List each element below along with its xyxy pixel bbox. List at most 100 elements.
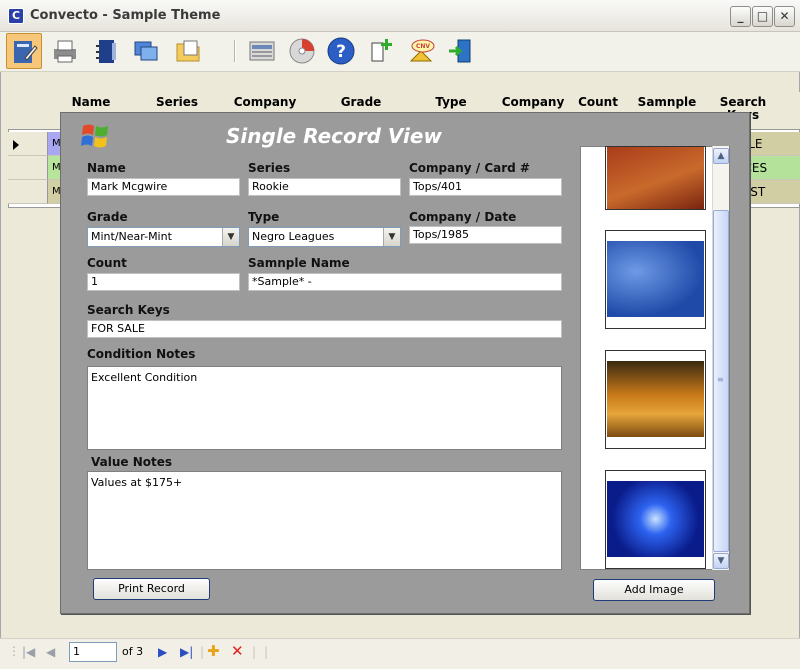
- column-header[interactable]: Company: [498, 96, 568, 109]
- value-notes-label: Value Notes: [91, 455, 173, 469]
- report-button[interactable]: [244, 33, 280, 69]
- grade-select[interactable]: Mint/Near-Mint ▼: [87, 227, 240, 247]
- chevron-up-icon: ▲: [717, 151, 725, 161]
- sample-name-field[interactable]: *Sample* -: [248, 273, 562, 291]
- navigator-separator: |: [200, 645, 205, 659]
- name-label: Name: [87, 161, 126, 175]
- position-field[interactable]: 1: [69, 642, 117, 662]
- type-label: Type: [248, 210, 280, 224]
- add-card-icon: [371, 39, 392, 62]
- blue-tunnel-image: [607, 481, 704, 557]
- folder-icon: [176, 40, 200, 62]
- cnv-button[interactable]: CNV: [403, 33, 439, 69]
- maximize-button[interactable]: □: [752, 6, 773, 27]
- column-header[interactable]: Grade: [318, 96, 404, 109]
- app-icon[interactable]: C: [8, 8, 24, 24]
- plus-icon: ✚: [207, 642, 220, 660]
- add-image-button[interactable]: Add Image: [593, 579, 715, 601]
- table-cell[interactable]: M: [48, 132, 60, 156]
- grip-icon: ≡: [717, 375, 724, 384]
- first-record-icon: |◀: [22, 645, 36, 659]
- help-icon: ?: [327, 37, 355, 65]
- edit-record-icon: [14, 41, 38, 63]
- column-header[interactable]: Company: [222, 96, 308, 109]
- printer-icon: [54, 40, 76, 63]
- condition-notes-label: Condition Notes: [87, 347, 196, 361]
- print-button[interactable]: [46, 33, 82, 69]
- exit-button[interactable]: [442, 33, 478, 69]
- maximize-icon: □: [756, 9, 769, 23]
- autumn-path-image: [607, 361, 704, 437]
- sample-name-label: Samnple Name: [248, 256, 350, 270]
- windows-button[interactable]: [128, 33, 164, 69]
- report-icon: [249, 41, 275, 61]
- column-header[interactable]: Name: [48, 96, 134, 109]
- current-row-arrow-icon: [13, 140, 19, 150]
- series-field[interactable]: Rookie: [248, 178, 401, 196]
- move-last-button[interactable]: ▶|: [180, 645, 193, 659]
- dialog-title: Single Record View: [226, 124, 442, 148]
- company-date-field[interactable]: Tops/1985: [409, 226, 562, 244]
- chevron-down-icon[interactable]: ▼: [383, 228, 400, 246]
- grade-label: Grade: [87, 210, 128, 224]
- edit-record-button[interactable]: [6, 33, 42, 69]
- column-header[interactable]: Count: [568, 96, 628, 109]
- condition-notes-field[interactable]: Excellent Condition: [87, 366, 562, 450]
- folder-button[interactable]: [170, 33, 206, 69]
- type-selected-value: Negro Leagues: [252, 230, 335, 243]
- thumbnail[interactable]: [605, 470, 706, 569]
- company-card-label: Company / Card #: [409, 161, 530, 175]
- delete-button[interactable]: ✕: [231, 642, 244, 660]
- windows-icon: [134, 41, 158, 61]
- move-next-button[interactable]: ▶: [158, 645, 167, 659]
- thumbnail[interactable]: [605, 146, 706, 210]
- scroll-up-button[interactable]: ▲: [713, 148, 729, 164]
- type-select[interactable]: Negro Leagues ▼: [248, 227, 401, 247]
- table-cell[interactable]: M: [48, 180, 60, 204]
- delete-x-icon: ✕: [231, 642, 244, 660]
- close-button[interactable]: ✕: [774, 6, 795, 27]
- column-header[interactable]: Type: [408, 96, 494, 109]
- print-record-button[interactable]: Print Record: [93, 578, 210, 600]
- name-field[interactable]: Mark Mcgwire: [87, 178, 240, 196]
- table-cell[interactable]: M: [48, 156, 60, 180]
- address-book-icon: [96, 40, 116, 63]
- help-button[interactable]: ?: [323, 33, 359, 69]
- add-new-button[interactable]: ✚: [207, 642, 220, 660]
- company-date-label: Company / Date: [409, 210, 517, 224]
- next-record-icon: ▶: [158, 645, 168, 659]
- chevron-down-icon: ▼: [717, 556, 725, 566]
- company-card-field[interactable]: Tops/401: [409, 178, 562, 196]
- count-label: Count: [87, 256, 127, 270]
- count-field[interactable]: 1: [87, 273, 240, 291]
- navigator-separator: |: [252, 645, 257, 659]
- grade-selected-value: Mint/Near-Mint: [91, 230, 172, 243]
- windows-logo-icon: [81, 124, 108, 148]
- search-keys-field[interactable]: FOR SALE: [87, 320, 562, 338]
- cd-icon: [289, 38, 315, 64]
- move-previous-button[interactable]: ◀: [46, 645, 55, 659]
- windows-xp-blue-image: [607, 241, 704, 317]
- thumbnail[interactable]: [605, 350, 706, 449]
- close-icon: ✕: [779, 9, 790, 23]
- exit-door-icon: [449, 39, 471, 63]
- column-header[interactable]: Series: [134, 96, 220, 109]
- previous-record-icon: ◀: [46, 645, 56, 659]
- address-book-button[interactable]: [88, 33, 124, 69]
- column-header[interactable]: Samnple: [628, 96, 706, 109]
- scroll-down-button[interactable]: ▼: [713, 553, 729, 569]
- minimize-button[interactable]: _: [730, 6, 751, 27]
- cd-button[interactable]: [284, 33, 320, 69]
- chevron-down-icon[interactable]: ▼: [222, 228, 239, 246]
- row-indicator[interactable]: [8, 156, 48, 180]
- value-notes-field[interactable]: Values at $175+: [87, 471, 562, 570]
- row-indicator[interactable]: [8, 180, 48, 204]
- navigator-grip-icon: ⋮: [8, 644, 20, 658]
- svg-text:CNV: CNV: [416, 43, 430, 50]
- thumbnail[interactable]: [605, 230, 706, 329]
- cnv-warning-icon: CNV: [409, 39, 435, 62]
- move-first-button[interactable]: |◀: [22, 645, 35, 659]
- toolbar-separator: [234, 40, 236, 62]
- svg-text:?: ?: [336, 42, 346, 62]
- add-card-button[interactable]: [362, 33, 398, 69]
